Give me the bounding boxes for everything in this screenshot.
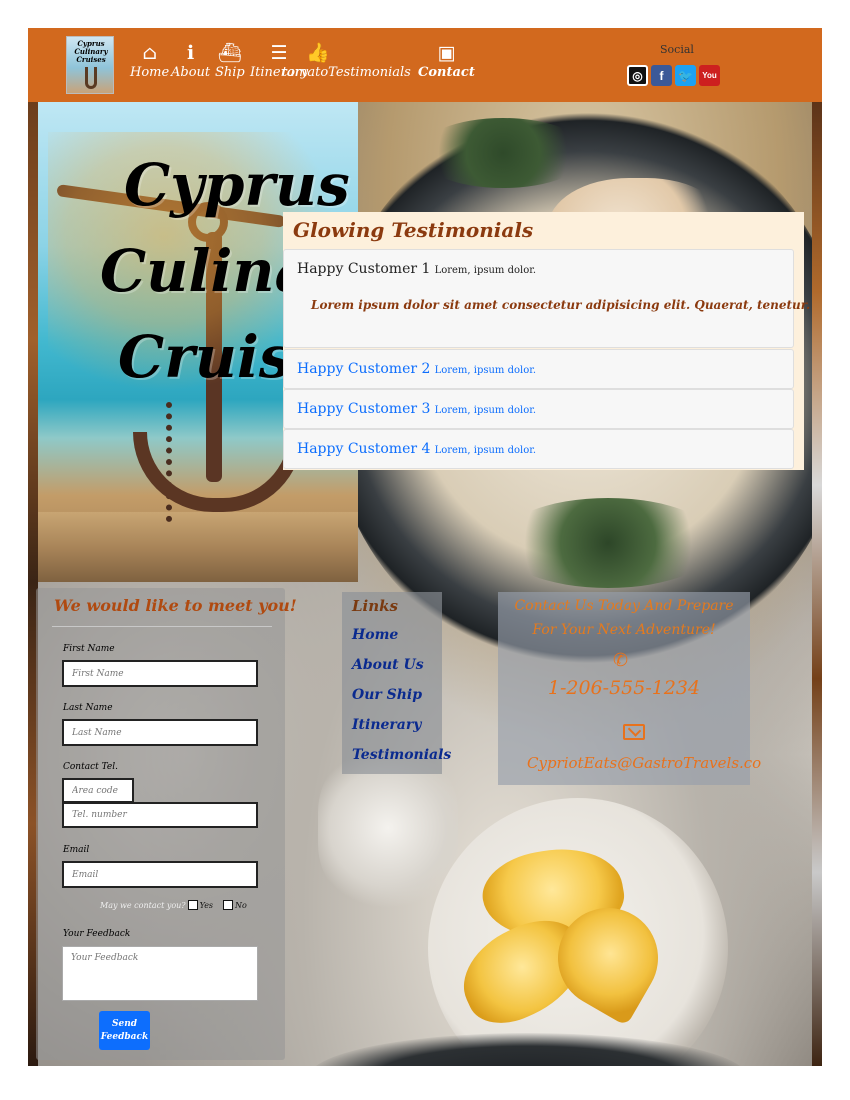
tel-number-field[interactable] [62, 802, 258, 828]
navbar: Cyprus Culinary Cruises ⌂ Home ℹ About ⛴… [28, 28, 822, 102]
phone-icon: ✆ [613, 650, 629, 671]
contact-info: Contact Us Today And Prepare For Your Ne… [498, 592, 761, 785]
social-label: Social [660, 43, 694, 56]
anchor-icon [85, 67, 97, 89]
page-border [812, 98, 822, 1066]
contact-consent: May we contact you? Yes No [100, 900, 247, 910]
contact-card-icon: ▣ [437, 42, 456, 64]
first-name-field[interactable] [62, 660, 258, 687]
envelope-icon [623, 724, 645, 740]
anchor-image [133, 432, 303, 512]
form-heading: We would like to meet you! [54, 596, 297, 615]
testimonial-item-2[interactable]: Happy Customer 2 Lorem, ipsum dolor. [283, 349, 794, 389]
first-name-label: First Name [63, 644, 115, 654]
testimonial-header[interactable]: Happy Customer 2 Lorem, ipsum dolor. [297, 359, 536, 381]
link-testimonials[interactable]: Testimonials [352, 740, 451, 770]
logo-text: Cyprus Culinary Cruises [74, 39, 108, 64]
nav-item-about[interactable]: ℹ About [171, 42, 210, 82]
links-title: Links [352, 597, 398, 615]
nav-item-testimonials[interactable]: 👍 tomatoTestimonials [282, 42, 411, 82]
footer-links: Links Home About Us Our Ship Itinerary T… [342, 592, 451, 774]
testimonial-body: Lorem ipsum dolor sit amet consectetur a… [311, 298, 811, 312]
contact-title: Contact Us Today And Prepare For Your Ne… [514, 598, 734, 638]
testimonials-heading: Glowing Testimonials [293, 218, 534, 242]
testimonial-item-1[interactable]: Happy Customer 1 Lorem, ipsum dolor. Lor… [283, 249, 810, 348]
testimonial-item-3[interactable]: Happy Customer 3 Lorem, ipsum dolor. [283, 389, 794, 429]
home-icon: ⌂ [142, 42, 157, 64]
herb-garnish [498, 498, 718, 588]
ship-icon: ⛴ [217, 42, 242, 64]
contact-form: We would like to meet you! First Name La… [36, 588, 297, 1060]
nav-item-home[interactable]: ⌂ Home [130, 42, 169, 82]
consent-question: May we contact you? [100, 900, 186, 910]
herb-garnish [418, 118, 588, 188]
consent-yes-checkbox[interactable] [187, 900, 198, 910]
testimonials-panel: Glowing Testimonials Happy Customer 1 Lo… [283, 212, 810, 470]
rock-image [38, 512, 358, 582]
consent-no-checkbox[interactable] [223, 900, 234, 910]
nav-item-contact[interactable]: ▣ Contact [418, 42, 475, 82]
info-icon: ℹ [186, 42, 195, 64]
social-links: ◎ f 🐦 You [627, 65, 720, 86]
testimonial-header[interactable]: Happy Customer 3 Lorem, ipsum dolor. [297, 399, 536, 421]
link-about-us[interactable]: About Us [352, 650, 424, 680]
feedback-label: Your Feedback [63, 929, 131, 939]
last-name-field[interactable] [62, 719, 258, 746]
logo[interactable]: Cyprus Culinary Cruises [66, 36, 114, 94]
testimonial-item-4[interactable]: Happy Customer 4 Lorem, ipsum dolor. [283, 429, 794, 469]
divider [52, 626, 272, 627]
link-our-ship[interactable]: Our Ship [352, 680, 422, 710]
youtube-icon[interactable]: You [699, 65, 720, 86]
thumbs-up-icon: 👍 [306, 42, 330, 64]
consent-yes-label: Yes [199, 900, 214, 910]
email-label: Email [63, 845, 90, 855]
phone-number[interactable]: 1-206-555-1234 [498, 677, 750, 699]
facebook-icon[interactable]: f [651, 65, 672, 86]
twitter-icon[interactable]: 🐦 [675, 65, 696, 86]
instagram-icon[interactable]: ◎ [627, 65, 648, 86]
nav-item-ship[interactable]: ⛴ Ship [215, 42, 245, 82]
contact-tel-label: Contact Tel. [63, 762, 118, 772]
link-home[interactable]: Home [352, 620, 398, 650]
testimonial-header[interactable]: Happy Customer 4 Lorem, ipsum dolor. [297, 439, 536, 461]
link-itinerary[interactable]: Itinerary [352, 710, 421, 740]
send-feedback-button[interactable]: Send Feedback [99, 1011, 150, 1050]
area-code-field[interactable] [62, 778, 134, 803]
testimonial-header[interactable]: Happy Customer 1 Lorem, ipsum dolor. [297, 259, 536, 281]
email-address[interactable]: CypriotEats@GastroTravels.co [527, 754, 761, 772]
consent-no-label: No [235, 900, 247, 910]
feedback-textarea[interactable] [62, 946, 258, 1001]
email-field[interactable] [62, 861, 258, 888]
last-name-label: Last Name [63, 703, 113, 713]
